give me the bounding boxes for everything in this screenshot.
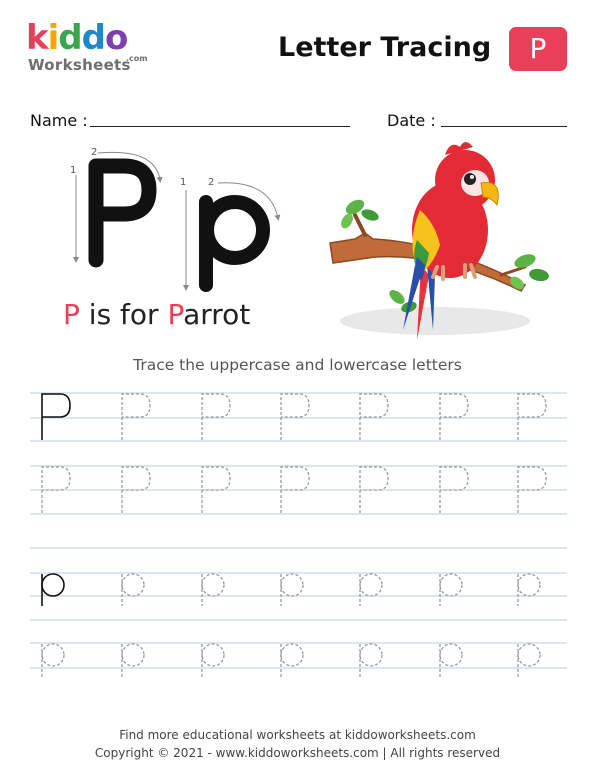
logo-domain: .com: [126, 54, 148, 63]
lowercase-p-trace: [359, 643, 383, 678]
parrot-illustration: [329, 142, 549, 340]
logo-subtitle: Worksheets: [28, 56, 131, 74]
stroke-number: 1: [180, 177, 186, 188]
twig: [499, 265, 527, 277]
lowercase-p-trace: [359, 573, 383, 606]
uppercase-p-trace: [280, 393, 310, 440]
lowercase-p-bowl: [200, 195, 270, 265]
lowercase-p-trace: [280, 573, 304, 606]
leaf: [361, 209, 379, 221]
caption-text: arrot: [183, 298, 251, 331]
uppercase-p-trace: [517, 393, 547, 440]
page-title: Letter Tracing: [278, 32, 492, 63]
twig: [353, 213, 367, 237]
instruction-text: Trace the uppercase and lowercase letter…: [133, 356, 462, 374]
lowercase-p-trace: [517, 573, 541, 606]
lowercase-p-trace: [439, 643, 463, 678]
caption-letter: P: [167, 298, 184, 331]
lowercase-p-trace: [517, 643, 541, 678]
shadow: [340, 307, 530, 335]
lowercase-p-trace: [280, 643, 304, 678]
letter-stroke-guide: 1 2 1 2: [70, 147, 281, 292]
lowercase-p-trace: [121, 573, 145, 606]
lowercase-p-trace: [439, 573, 463, 606]
uppercase-p-example: [41, 393, 71, 440]
parrot-eye: [464, 173, 476, 185]
date-write-line[interactable]: [441, 126, 567, 127]
guide-lines: [30, 392, 567, 669]
parrot-eye-highlight: [470, 175, 474, 179]
name-label: Name :: [30, 111, 88, 130]
kiddo-worksheets-logo: kiddo Worksheets .com: [26, 18, 176, 82]
stroke-number: 2: [208, 177, 214, 188]
uppercase-p-trace: [121, 393, 151, 440]
letter-badge: P: [509, 27, 567, 71]
stroke-number: 2: [91, 147, 97, 158]
footer-promo: Find more educational worksheets at kidd…: [119, 728, 476, 742]
caption-text: is for: [79, 298, 168, 331]
logo-wordmark: kiddo: [26, 18, 128, 58]
lowercase-p-trace: [41, 643, 65, 678]
lowercase-p-trace: [201, 573, 225, 606]
uppercase-p-trace: [439, 393, 469, 440]
leaf: [529, 268, 549, 282]
leaf: [389, 290, 405, 304]
date-label: Date :: [387, 111, 436, 130]
footer-copyright: Copyright © 2021 - www.kiddoworksheets.c…: [94, 746, 501, 760]
tracing-practice-area[interactable]: [0, 380, 595, 700]
lowercase-p-trace: [121, 643, 145, 678]
tracing-letters: [41, 393, 547, 678]
stroke-number: 1: [70, 165, 76, 176]
letter-caption: P is for Parrot: [63, 298, 250, 332]
uppercase-p-trace: [359, 393, 389, 440]
lowercase-p-example: [41, 573, 65, 606]
lowercase-p-trace: [201, 643, 225, 678]
uppercase-p-trace: [201, 393, 231, 440]
leaf: [341, 213, 353, 229]
uppercase-p-bowl: [88, 158, 157, 222]
name-write-line[interactable]: [90, 126, 350, 127]
caption-letter: P: [63, 298, 80, 331]
